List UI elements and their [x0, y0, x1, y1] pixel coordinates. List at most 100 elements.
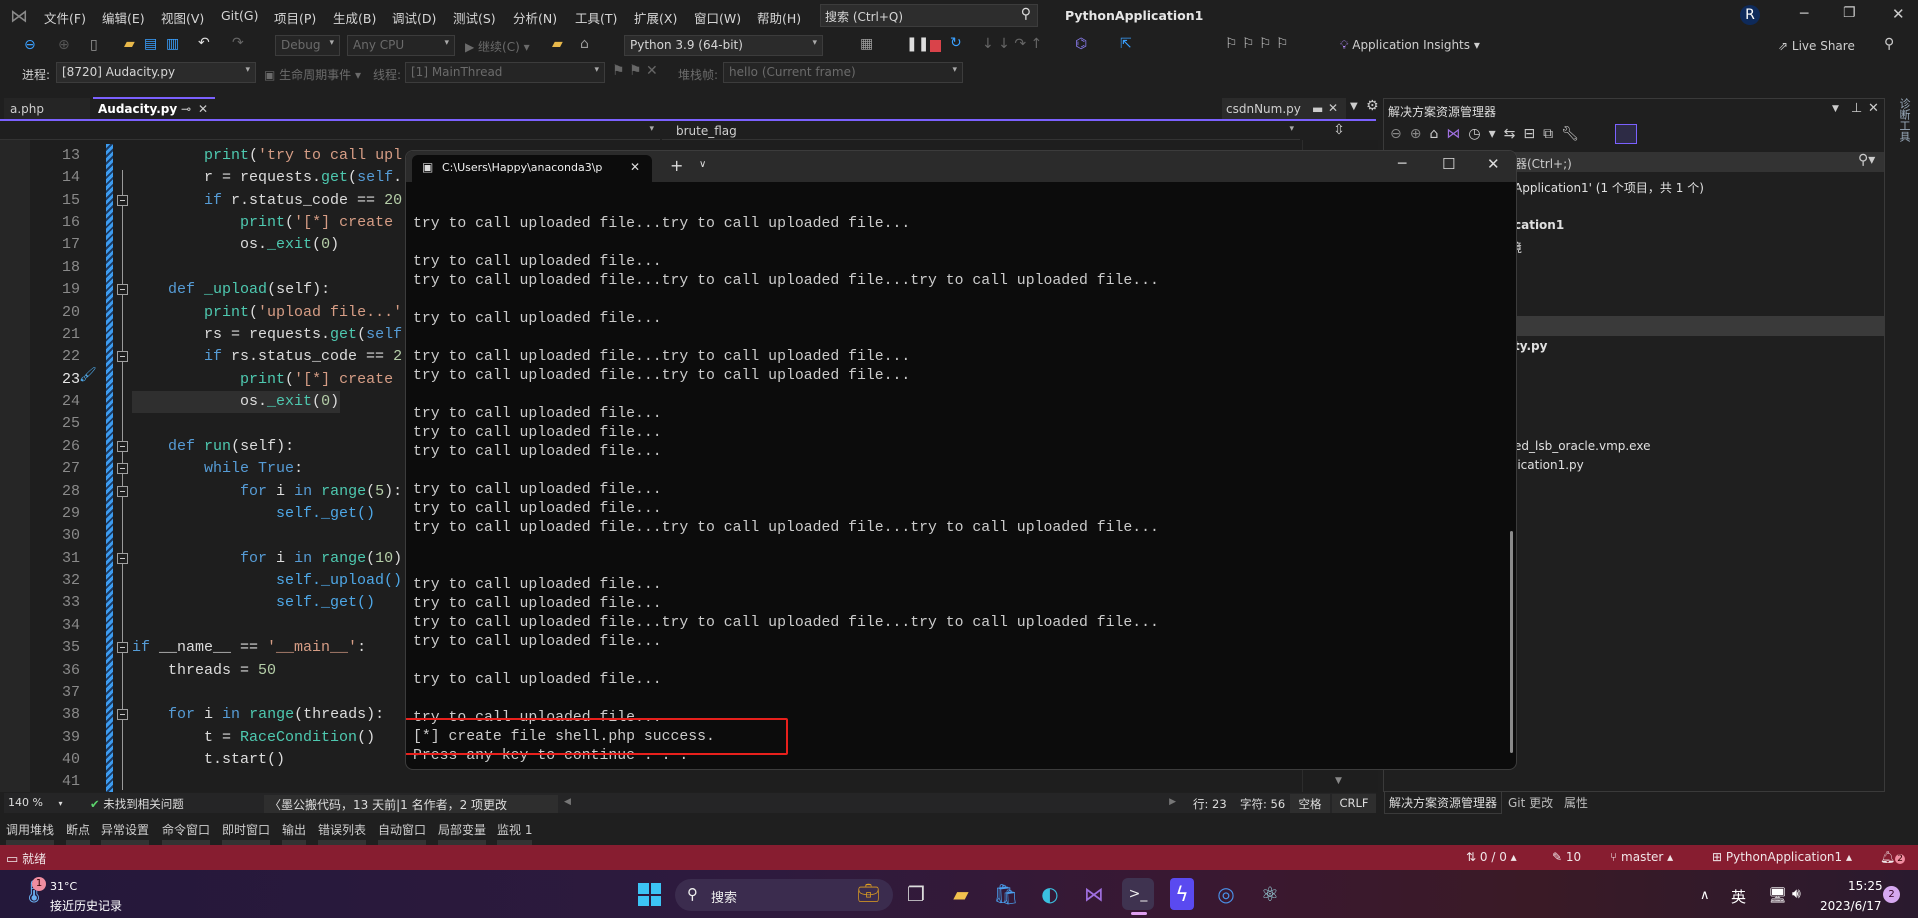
panel-tab-properties[interactable]: 属性	[1564, 794, 1588, 811]
fold-toggle-icon[interactable]	[117, 351, 128, 363]
tool-window-tab[interactable]: 调用堆栈	[6, 821, 55, 846]
code-line[interactable]: if rs.status_code == 2	[132, 346, 402, 368]
code-line[interactable]: self._upload()	[132, 570, 402, 592]
terminal-close-icon[interactable]: ✕	[1487, 155, 1500, 173]
eol-indicator[interactable]: CRLF	[1332, 794, 1376, 813]
home-icon[interactable]: ⌂	[1429, 126, 1446, 142]
menu-item[interactable]: Git(G)	[221, 8, 259, 23]
network-icon[interactable]: 🖥︎	[1768, 886, 1787, 904]
sync-icon[interactable]: ⇆	[1504, 126, 1524, 142]
tab-list-dropdown-icon[interactable]: ▼	[1350, 101, 1358, 112]
minimize-icon[interactable]: ─	[1800, 6, 1808, 22]
code-line[interactable]: rs = requests.get(self	[132, 324, 402, 346]
tree-item-audacity[interactable]: ty.py	[1514, 339, 1547, 353]
fold-toggle-icon[interactable]	[117, 463, 128, 475]
terminal-tab[interactable]: ▣ C:\Users\Happy\anaconda3\p ✕	[412, 155, 652, 182]
panel-tab-solution[interactable]: 解决方案资源管理器	[1384, 792, 1503, 814]
code-line[interactable]: t = RaceCondition()	[132, 727, 375, 749]
tool-window-tab[interactable]: 监视 1	[497, 821, 533, 846]
history-icon[interactable]: ◷▾	[1468, 126, 1503, 142]
stop-icon[interactable]	[930, 40, 941, 52]
terminal-taskbar-icon[interactable]: >_	[1122, 878, 1154, 910]
undo-icon[interactable]: ↶	[198, 35, 210, 51]
repo-selector[interactable]: ⊞ PythonApplication1 ▴	[1712, 850, 1852, 864]
code-line[interactable]: r = requests.get(self.	[132, 167, 402, 189]
pin-icon[interactable]: ⊥	[1851, 101, 1862, 116]
breakpoint-brush-icon[interactable]: 🖌︎	[79, 367, 97, 383]
menu-item[interactable]: 窗口(W)	[694, 8, 741, 27]
vs-icon[interactable]: ⋈	[1446, 126, 1468, 142]
fold-toggle-icon[interactable]	[117, 642, 128, 654]
interpreter-dropdown[interactable]: Python 3.9 (64-bit) ▾	[624, 35, 823, 56]
codelens-info[interactable]: 〈墨公搬代码，13 天前|1 名作者，2 项更改	[264, 795, 558, 813]
code-line[interactable]: for i in range(5):	[132, 481, 402, 503]
code-line[interactable]: def _upload(self):	[132, 279, 330, 301]
code-line[interactable]: self._get()	[132, 592, 375, 614]
feedback-icon[interactable]: ⚲	[1884, 36, 1894, 52]
store-icon[interactable]: 🛍︎	[990, 878, 1022, 910]
edge-icon[interactable]: ◐	[1034, 878, 1066, 910]
fold-toggle-icon[interactable]	[117, 284, 128, 296]
back-icon[interactable]: ⊖	[24, 37, 36, 53]
tab-csdnnum-py[interactable]: csdnNum.py ▬ ✕	[1222, 98, 1346, 120]
tool-window-tab[interactable]: 异常设置	[101, 821, 150, 846]
process-dropdown[interactable]: [8720] Audacity.py ▾	[56, 62, 256, 83]
platform-dropdown[interactable]: Any CPU ▾	[347, 35, 455, 56]
column-indicator[interactable]: 字符: 56	[1240, 796, 1285, 812]
code-line[interactable]: t.start()	[132, 749, 285, 771]
tool-window-tab[interactable]: 断点	[66, 821, 91, 846]
browser-icon[interactable]: ◎	[1210, 878, 1242, 910]
code-line[interactable]: while True:	[132, 458, 303, 480]
new-item-icon[interactable]: ▯	[90, 37, 98, 53]
ime-indicator[interactable]: 英	[1731, 886, 1746, 907]
whitespace-indicator[interactable]: 空格	[1290, 794, 1330, 813]
pin-icon[interactable]: ▬	[1312, 102, 1323, 116]
tab-dropdown-icon[interactable]: ∨	[699, 159, 706, 170]
panel-close-icon[interactable]: ✕	[1868, 101, 1879, 116]
tab-close-icon[interactable]: ✕	[1328, 101, 1338, 115]
menu-item[interactable]: 项目(P)	[274, 8, 316, 27]
fold-toggle-icon[interactable]	[117, 485, 128, 497]
pause-icon[interactable]: ❚❚	[906, 36, 929, 52]
menu-item[interactable]: 文件(F)	[44, 8, 86, 27]
split-editor-icon[interactable]: ⇳	[1302, 122, 1376, 140]
application-insights-button[interactable]: 💡︎ Application Insights ▾	[1340, 38, 1480, 53]
file-explorer-icon[interactable]: ▰	[945, 878, 977, 910]
collapse-icon[interactable]: ⊟⧉	[1523, 126, 1561, 142]
code-line[interactable]: print('upload file...'	[132, 302, 402, 324]
live-share-button[interactable]: ⇗ Live Share	[1778, 39, 1855, 53]
electron-app-icon[interactable]: ⚛	[1254, 878, 1286, 910]
fold-toggle-icon[interactable]	[117, 709, 128, 721]
redo-icon[interactable]: ↷	[232, 35, 244, 51]
tree-item-solution[interactable]: Application1' (1 个项目，共 1 个)	[1514, 179, 1704, 196]
branch-selector[interactable]: ⑂ master ▴	[1610, 850, 1673, 864]
tree-item-app-py[interactable]: lication1.py	[1514, 458, 1584, 472]
code-line[interactable]: if r.status_code == 20	[132, 190, 402, 212]
visual-studio-icon[interactable]: ⋈	[1078, 878, 1110, 910]
side-tab-diagnostics[interactable]: 诊断工具	[1896, 98, 1911, 142]
search-icon[interactable]: ⚲▾	[1858, 152, 1875, 168]
menu-item[interactable]: 扩展(X)	[634, 8, 677, 27]
fold-toggle-icon[interactable]	[117, 440, 128, 452]
tray-overflow-icon[interactable]: ∧	[1700, 888, 1710, 903]
code-line[interactable]: print('try to call upl	[132, 145, 402, 167]
new-tab-icon[interactable]: +	[670, 156, 683, 175]
tree-item-exe[interactable]: ed_lsb_oracle.vmp.exe	[1514, 439, 1650, 453]
step-into-icon[interactable]: ↓ ↓ ↷ ↑	[982, 36, 1042, 52]
weather-text[interactable]: 接近历史记录	[50, 897, 122, 914]
close-icon[interactable]: ✕	[1892, 5, 1905, 23]
avatar[interactable]: R	[1740, 5, 1760, 25]
layout-icon[interactable]: ▦	[860, 36, 873, 52]
notifications-button[interactable]: 🔔︎ 2	[1880, 850, 1905, 864]
cursor-icon[interactable]: ⇱	[1120, 36, 1132, 52]
code-line[interactable]: threads = 50	[132, 660, 276, 682]
code-line[interactable]: for i in range(threads):	[132, 704, 384, 726]
gear-icon[interactable]: ⚙	[1366, 98, 1379, 114]
clock-time[interactable]: 15:25	[1848, 879, 1883, 893]
menu-item[interactable]: 生成(B)	[333, 8, 376, 27]
open-folder-icon[interactable]: ▰	[124, 36, 135, 52]
nav-scope-dropdown[interactable]: ▾	[0, 122, 660, 140]
scroll-down-icon[interactable]: ▼	[1335, 776, 1342, 786]
continue-button[interactable]: ▶ 继续(C) ▾	[465, 38, 530, 55]
stack-frame-dropdown[interactable]: hello (Current frame) ▾	[723, 62, 963, 83]
